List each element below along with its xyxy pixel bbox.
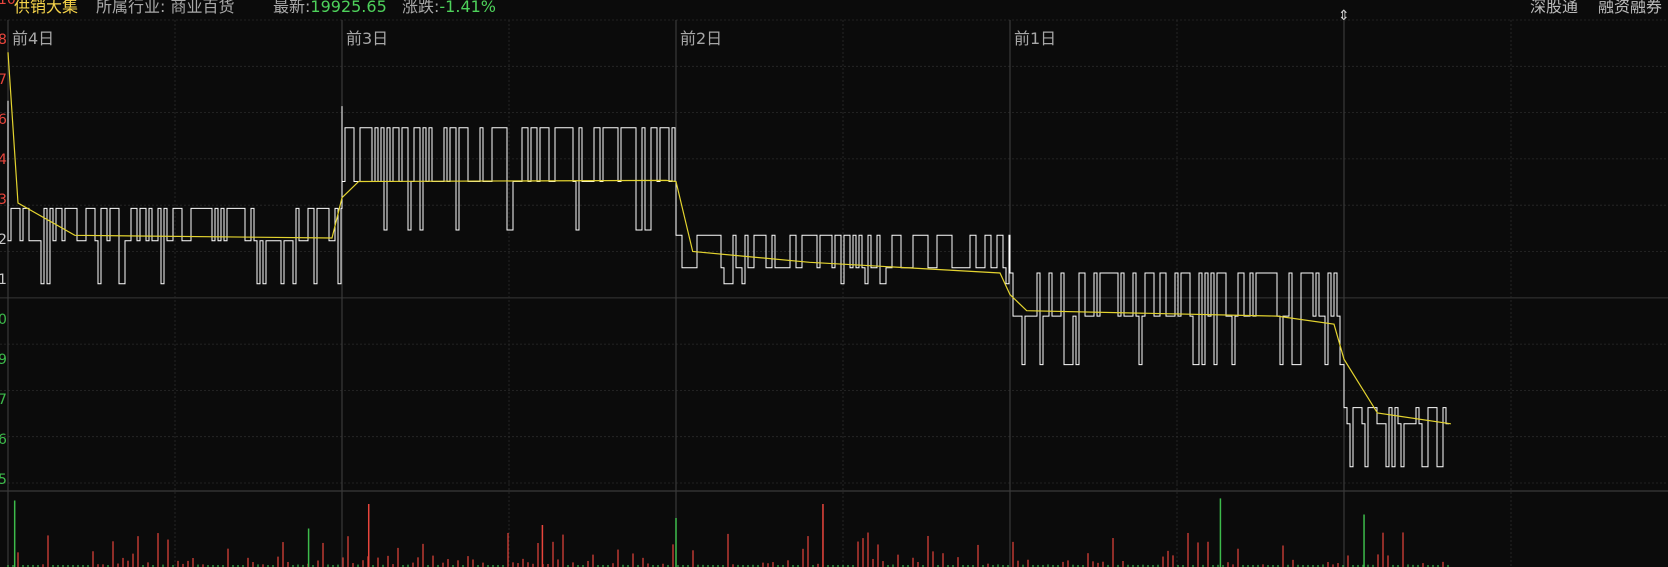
y-tick-label: 3 [0, 192, 7, 208]
last-price-info: 最新:19925.65 [273, 0, 387, 17]
last-price-label: 最新: [273, 0, 311, 16]
stock-name[interactable]: 供销大集 [14, 0, 78, 17]
last-price-value: 19925.65 [310, 0, 387, 16]
y-tick-label: 7 [0, 392, 7, 408]
day-label-3: 前3日 [346, 29, 389, 48]
industry-label: 所属行业: [96, 0, 166, 16]
change-info: 涨跌:-1.41% [402, 0, 496, 17]
change-value: -1.41% [439, 0, 497, 16]
industry-info: 所属行业: 商业百货 [96, 0, 235, 17]
y-tick-label: 7 [0, 72, 7, 88]
resize-handle-icon[interactable]: ⇕ [1338, 8, 1350, 24]
y-tick-label: 2 [0, 232, 7, 248]
margin-trading-button[interactable]: 融资融券 [1598, 0, 1662, 17]
shenzhen-connect-button[interactable]: 深股通 [1530, 0, 1578, 17]
price-line [7, 100, 1449, 468]
y-tick-label: 5 [0, 472, 7, 488]
intraday-chart [0, 19, 1668, 567]
change-label: 涨跌: [402, 0, 440, 16]
y-tick-label: 10 [0, 0, 16, 8]
y-tick-label: 6 [0, 112, 7, 128]
y-tick-label: 1 [0, 272, 7, 288]
y-tick-label: 4 [0, 152, 7, 168]
y-tick-label: 8 [0, 32, 7, 48]
day-label-1: 前1日 [1014, 29, 1057, 48]
day-label-2: 前2日 [680, 29, 723, 48]
industry-value: 商业百货 [170, 0, 235, 16]
y-tick-label: 6 [0, 432, 7, 448]
day-label-4: 前4日 [12, 29, 55, 48]
y-tick-label: 9 [0, 352, 7, 368]
y-tick-label: 0 [0, 312, 7, 328]
